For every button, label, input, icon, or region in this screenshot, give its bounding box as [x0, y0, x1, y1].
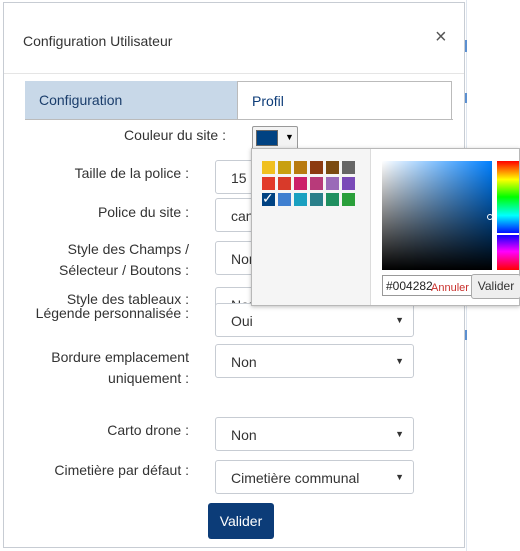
- palette-swatch[interactable]: [294, 161, 307, 174]
- default-cemetery-value: Cimetière communal: [231, 470, 360, 486]
- border-only-label-line1: Bordure emplacement: [51, 349, 189, 365]
- custom-legend-label: Légende personnalisée :: [35, 305, 189, 321]
- tab-configuration[interactable]: Configuration: [25, 81, 237, 119]
- checkmark-icon: ✓: [262, 190, 274, 206]
- modal-title: Configuration Utilisateur: [23, 33, 173, 49]
- chevron-down-icon: ▼: [395, 429, 404, 439]
- drone-map-label: Carto drone :: [107, 422, 189, 438]
- palette-swatch[interactable]: [278, 161, 291, 174]
- palette-swatch[interactable]: [326, 161, 339, 174]
- font-family-label: Police du site :: [97, 204, 189, 220]
- palette-swatch[interactable]: [294, 193, 307, 206]
- font-size-label: Taille de la police :: [74, 165, 189, 181]
- palette-swatch[interactable]: [262, 177, 275, 190]
- border-only-value: Non: [231, 354, 257, 370]
- palette-swatch[interactable]: [342, 161, 355, 174]
- chevron-down-icon: ▼: [285, 132, 294, 142]
- saturation-value-area[interactable]: [382, 161, 493, 270]
- hue-slider-handle[interactable]: [497, 233, 519, 235]
- border-only-select[interactable]: Non ▼: [215, 344, 414, 378]
- custom-legend-select[interactable]: Oui ▼: [215, 303, 414, 337]
- palette-swatch[interactable]: ✓: [262, 190, 275, 206]
- color-cursor[interactable]: [487, 214, 493, 220]
- hue-slider[interactable]: [497, 161, 519, 270]
- palette-swatch[interactable]: [326, 177, 339, 190]
- modal-header: Configuration Utilisateur ×: [4, 3, 464, 74]
- palette-swatch[interactable]: [326, 193, 339, 206]
- font-size-value: 15: [231, 170, 247, 186]
- default-cemetery-select[interactable]: Cimetière communal ▼: [215, 460, 414, 494]
- chevron-down-icon: ▼: [395, 315, 404, 325]
- chevron-down-icon: ▼: [395, 472, 404, 482]
- default-cemetery-label: Cimetière par défaut :: [54, 462, 189, 478]
- palette-swatch[interactable]: [342, 193, 355, 206]
- close-icon[interactable]: ×: [435, 27, 447, 47]
- color-palette: ✓: [252, 149, 371, 305]
- site-color-picker-button[interactable]: ▼: [252, 126, 298, 150]
- custom-legend-value: Oui: [231, 313, 253, 329]
- drone-map-select[interactable]: Non ▼: [215, 417, 414, 451]
- palette-swatch[interactable]: [310, 177, 323, 190]
- submit-button[interactable]: Valider: [208, 503, 274, 539]
- tab-profil[interactable]: Profil: [237, 81, 452, 119]
- color-picker-popover: ✓ Annuler Valider: [251, 148, 520, 306]
- border-only-label-line2: uniquement :: [108, 370, 189, 386]
- drone-map-value: Non: [231, 427, 257, 443]
- picker-validate-button[interactable]: Valider: [471, 274, 520, 299]
- palette-swatch[interactable]: [310, 193, 323, 206]
- chevron-down-icon: ▼: [395, 356, 404, 366]
- tab-bar: Configuration Profil: [25, 81, 453, 120]
- palette-swatch[interactable]: [278, 193, 291, 206]
- palette-swatch[interactable]: [278, 177, 291, 190]
- field-style-label-line2: Sélecteur / Boutons :: [59, 262, 189, 278]
- picker-cancel-link[interactable]: Annuler: [431, 282, 469, 294]
- palette-swatch[interactable]: [342, 177, 355, 190]
- site-color-label: Couleur du site :: [124, 127, 226, 143]
- palette-swatch[interactable]: [310, 161, 323, 174]
- palette-swatch[interactable]: [262, 161, 275, 174]
- field-style-label-line1: Style des Champs /: [67, 241, 189, 257]
- selected-color-swatch: [256, 130, 278, 146]
- palette-swatch[interactable]: [294, 177, 307, 190]
